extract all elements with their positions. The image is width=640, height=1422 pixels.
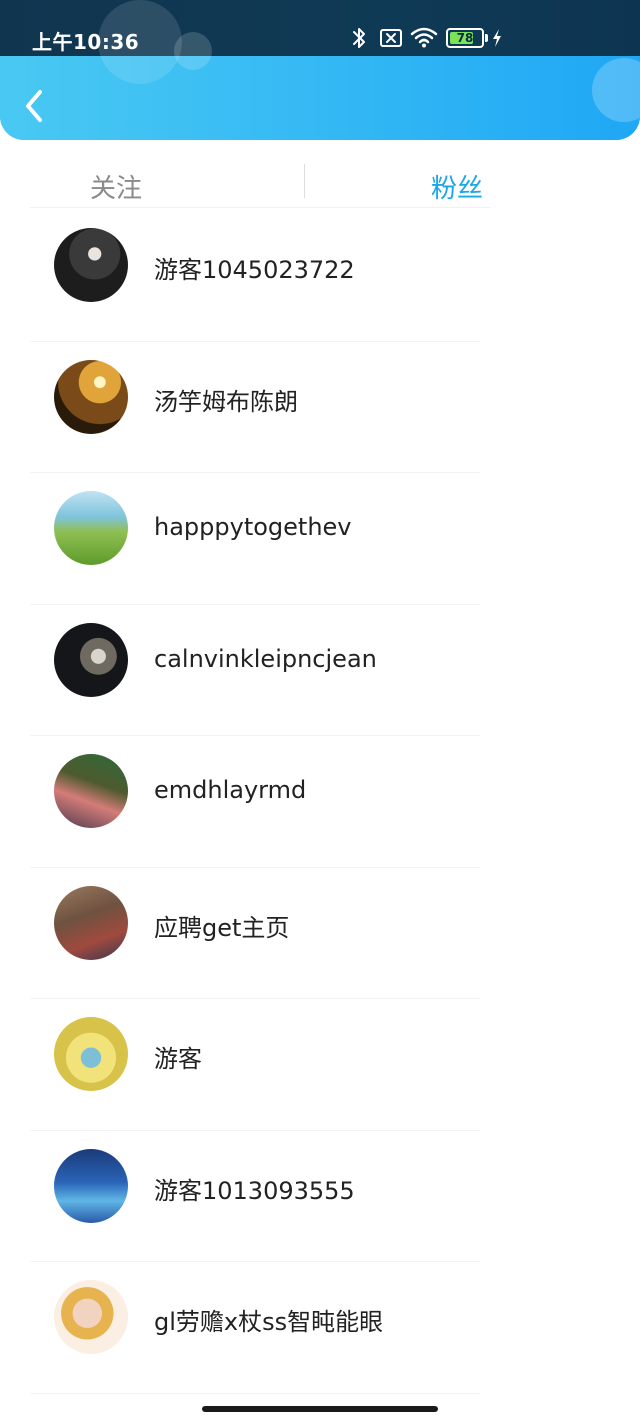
tab-following[interactable]: 关注 bbox=[90, 168, 142, 205]
decor-bubble bbox=[174, 32, 212, 70]
bluetooth-icon bbox=[353, 28, 365, 48]
list-item[interactable]: 游客 bbox=[0, 999, 640, 1131]
tab-bar: 关注 粉丝 bbox=[0, 140, 640, 210]
tabs-bottom-divider bbox=[30, 207, 490, 208]
battery-percent: 78 bbox=[456, 31, 474, 45]
wifi-icon bbox=[410, 27, 438, 48]
status-time: 上午10:36 bbox=[32, 30, 140, 54]
list-item[interactable]: happpytogethev bbox=[0, 473, 640, 605]
user-name: emdhlayrmd bbox=[154, 776, 307, 804]
avatar[interactable] bbox=[54, 1280, 128, 1354]
back-button[interactable] bbox=[20, 86, 52, 126]
tab-fans[interactable]: 粉丝 bbox=[431, 168, 483, 205]
list-item[interactable]: 游客1045023722 bbox=[0, 210, 640, 342]
avatar[interactable] bbox=[54, 228, 128, 302]
avatar[interactable] bbox=[54, 491, 128, 565]
list-item[interactable]: gl劳赡x杖ss智盹能眼 bbox=[0, 1262, 640, 1394]
home-indicator[interactable] bbox=[202, 1406, 438, 1412]
user-name: gl劳赡x杖ss智盹能眼 bbox=[154, 1308, 384, 1336]
user-name: 游客1045023722 bbox=[154, 256, 355, 284]
list-item[interactable]: 游客1013093555 bbox=[0, 1131, 640, 1262]
user-name: happpytogethev bbox=[154, 513, 352, 541]
header-banner bbox=[0, 56, 640, 140]
avatar[interactable] bbox=[54, 1017, 128, 1091]
charging-icon bbox=[493, 29, 501, 47]
avatar[interactable] bbox=[54, 885, 128, 960]
user-name: 游客1013093555 bbox=[154, 1176, 355, 1205]
list-item[interactable]: 应聘get主页 bbox=[0, 868, 640, 999]
user-name: calnvinkleipncjean bbox=[154, 644, 377, 673]
avatar[interactable] bbox=[54, 359, 128, 434]
fans-list: 游客1045023722 汤竽姆布陈朗 happpytogethev calnv… bbox=[0, 210, 640, 1394]
battery-icon: 78 bbox=[446, 28, 484, 48]
tab-divider bbox=[304, 164, 305, 198]
battery-cap bbox=[485, 34, 488, 42]
avatar[interactable] bbox=[54, 754, 128, 828]
sim-off-icon bbox=[380, 29, 402, 47]
user-name: 应聘get主页 bbox=[154, 913, 290, 942]
avatar[interactable] bbox=[54, 622, 128, 697]
list-item[interactable]: 汤竽姆布陈朗 bbox=[0, 342, 640, 473]
avatar[interactable] bbox=[54, 1148, 128, 1223]
header-bar: 上午10:36 78 bbox=[0, 0, 640, 140]
list-item[interactable]: calnvinkleipncjean bbox=[0, 605, 640, 736]
user-name: 汤竽姆布陈朗 bbox=[154, 387, 298, 416]
row-divider bbox=[30, 1392, 480, 1394]
list-item[interactable]: emdhlayrmd bbox=[0, 736, 640, 868]
user-name: 游客 bbox=[154, 1045, 202, 1073]
fans-screen: 上午10:36 78 关注 粉丝 游客1045023722 汤竽姆布陈朗 hap… bbox=[0, 0, 640, 1422]
